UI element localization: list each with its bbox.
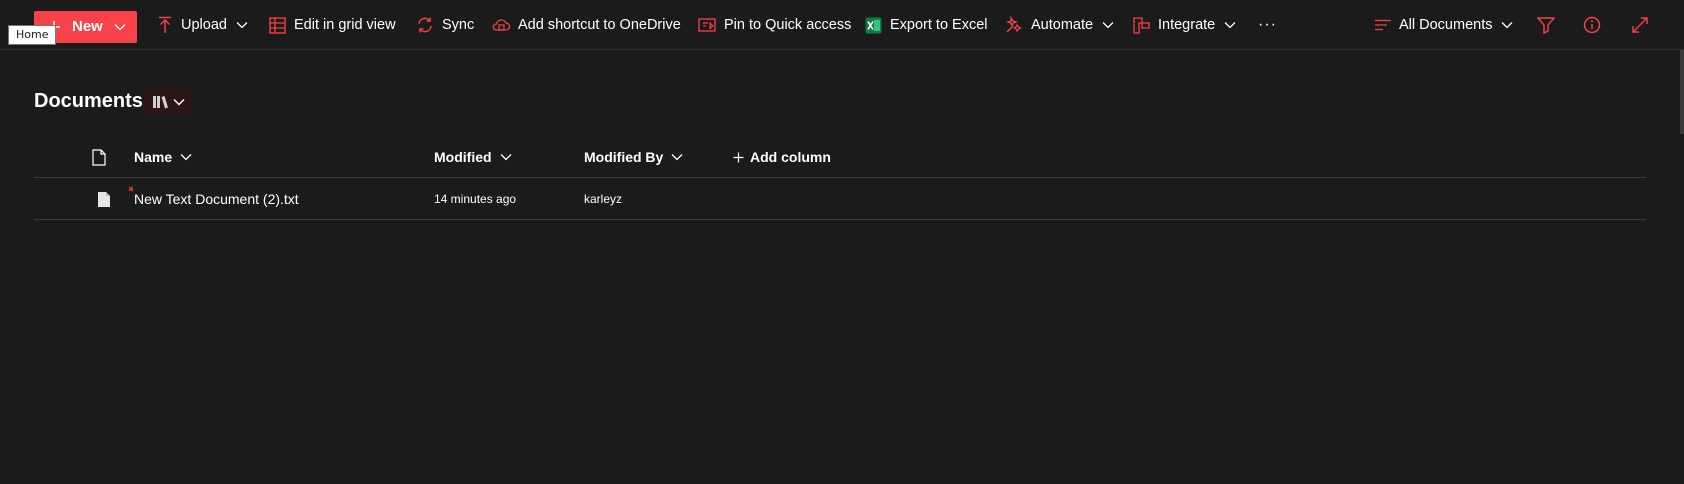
sync-icon [418, 17, 432, 33]
view-switcher-button[interactable]: All Documents [1375, 0, 1513, 50]
new-button-label: New [72, 18, 103, 35]
chevron-down-icon [1102, 22, 1114, 29]
info-icon [1583, 16, 1601, 34]
add-column-button[interactable]: Add column [733, 136, 831, 178]
integrate-icon [1133, 16, 1150, 34]
modified-column-header[interactable]: Modified [434, 136, 512, 178]
fullscreen-button[interactable] [1625, 0, 1655, 50]
file-icon-cell [97, 178, 111, 220]
chevron-down-icon [500, 154, 512, 161]
filter-button[interactable] [1531, 0, 1561, 50]
command-bar: New Home Upload Edit in grid view Sync A… [0, 0, 1684, 50]
upload-icon [159, 16, 171, 33]
edit-grid-view-button[interactable]: Edit in grid view [269, 0, 396, 50]
info-button[interactable] [1577, 0, 1607, 50]
chevron-down-icon [1502, 22, 1513, 29]
more-icon: ··· [1258, 16, 1277, 33]
automate-button[interactable]: Automate [1005, 0, 1114, 50]
name-column-header[interactable]: Name [134, 136, 192, 178]
chevron-down-icon [1224, 22, 1236, 29]
file-type-column-header[interactable] [92, 136, 106, 178]
file-name-link[interactable]: New Text Document (2).txt [134, 191, 299, 207]
chevron-down-icon [173, 98, 184, 105]
sync-button[interactable]: Sync [416, 0, 474, 50]
modified-by-cell[interactable]: karleyz [584, 178, 622, 220]
expand-icon [1632, 17, 1648, 33]
text-file-icon [98, 191, 110, 207]
chevron-down-icon [671, 154, 683, 161]
add-shortcut-button[interactable]: Add shortcut to OneDrive [492, 0, 681, 50]
library-icon [152, 95, 168, 108]
grid-icon [269, 16, 286, 34]
table-row[interactable]: New Text Document (2).txt 14 minutes ago… [34, 178, 1646, 220]
scrollbar[interactable] [1680, 50, 1684, 134]
pin-icon [698, 18, 716, 32]
file-name-cell[interactable]: New Text Document (2).txt [128, 178, 299, 220]
modified-by-column-header[interactable]: Modified By [584, 136, 683, 178]
integrate-button[interactable]: Integrate [1133, 0, 1236, 50]
excel-icon [865, 17, 882, 33]
library-options-button[interactable] [145, 89, 191, 114]
automate-icon [1005, 16, 1022, 33]
plus-icon [733, 152, 744, 162]
file-type-icon [92, 148, 106, 166]
chevron-down-icon [236, 22, 248, 29]
view-options-icon [1375, 19, 1391, 31]
chevron-down-icon [180, 154, 192, 161]
upload-button[interactable]: Upload [157, 0, 248, 50]
more-options-button[interactable]: ··· [1258, 0, 1277, 50]
cloud-shortcut-icon [492, 19, 510, 31]
filter-icon [1537, 17, 1555, 34]
home-tooltip: Home [8, 25, 57, 45]
chevron-down-icon [114, 24, 126, 31]
pin-quick-access-button[interactable]: Pin to Quick access [698, 0, 851, 50]
modified-cell: 14 minutes ago [434, 192, 517, 206]
list-header: Name Modified Modified By Add column [34, 136, 1646, 178]
new-item-sparkle-icon [128, 186, 134, 192]
export-excel-button[interactable]: Export to Excel [865, 0, 988, 50]
page-title: Documents [34, 90, 143, 112]
